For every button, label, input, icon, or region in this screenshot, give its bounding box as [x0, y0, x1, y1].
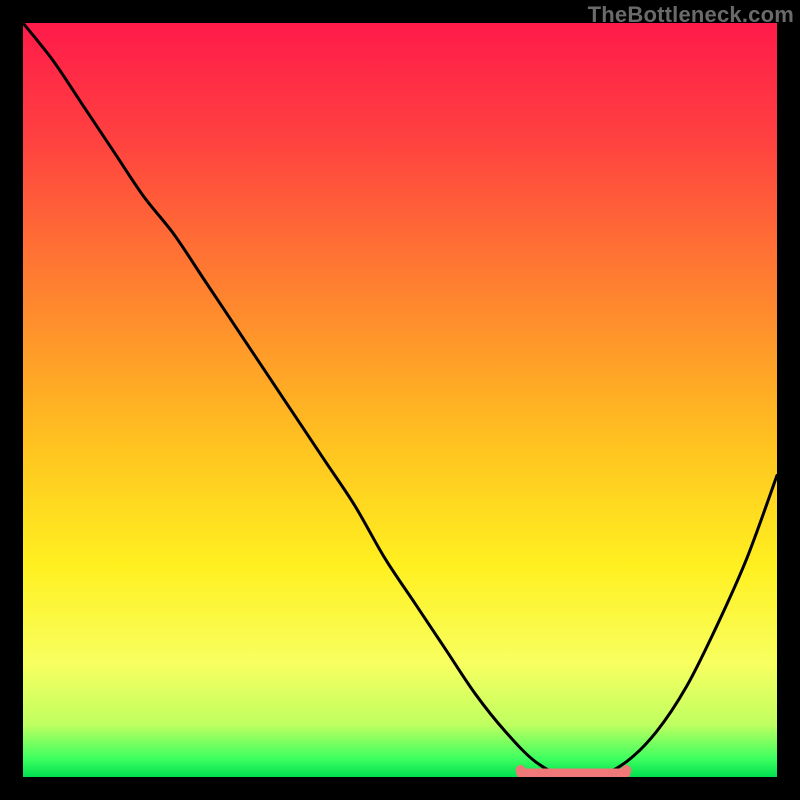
zero-band-left-dot [516, 765, 526, 775]
zero-band-right-dot [621, 765, 631, 775]
chart-frame [23, 23, 777, 777]
gradient-background [23, 23, 777, 777]
watermark-text: TheBottleneck.com [588, 2, 794, 28]
bottleneck-plot [23, 23, 777, 777]
